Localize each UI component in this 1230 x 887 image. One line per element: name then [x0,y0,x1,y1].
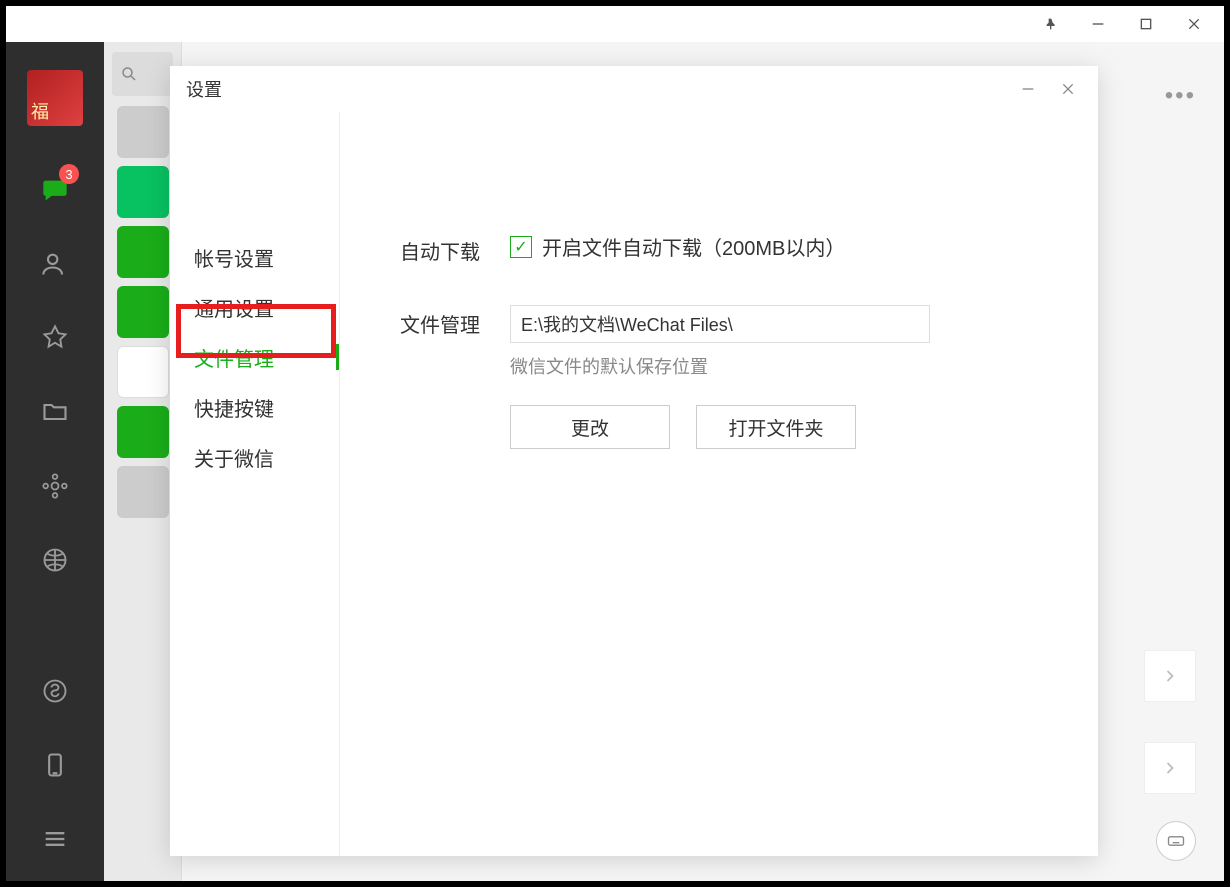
row-auto-download: 自动下载 ✓ 开启文件自动下载（200MB以内） [400,232,1058,265]
sidebar-menu-icon[interactable] [33,817,77,861]
close-button[interactable] [1184,14,1204,34]
sidebar-contacts-icon[interactable] [33,242,77,286]
change-button[interactable]: 更改 [510,405,670,449]
maximize-button[interactable] [1136,14,1156,34]
sidebar-chat-icon[interactable]: 3 [33,168,77,212]
dialog-titlebar: 设置 [170,66,1098,112]
nav-about[interactable]: 关于微信 [180,432,339,482]
sidebar-browse-icon[interactable] [33,538,77,582]
minimize-button[interactable] [1088,14,1108,34]
nav-general-settings[interactable]: 通用设置 [180,282,339,332]
settings-content: 自动下载 ✓ 开启文件自动下载（200MB以内） 文件管理 E:\我的文档\We… [340,112,1098,856]
file-manage-label: 文件管理 [400,305,510,338]
dialog-title: 设置 [186,76,222,102]
nav-shortcuts[interactable]: 快捷按键 [180,382,339,432]
settings-nav: 帐号设置 通用设置 文件管理 快捷按键 关于微信 [170,112,340,856]
search-input-stub[interactable] [112,52,173,96]
titlebar [6,6,1224,42]
auto-download-text: 开启文件自动下载（200MB以内） [542,232,845,261]
chat-badge: 3 [59,164,79,184]
pin-button[interactable] [1040,14,1060,34]
list-item[interactable] [117,466,169,518]
chevron-right-icon[interactable] [1144,742,1196,794]
sidebar-files-icon[interactable] [33,390,77,434]
auto-download-checkbox[interactable]: ✓ [510,236,532,258]
avatar[interactable] [27,70,83,126]
row-file-management: 文件管理 E:\我的文档\WeChat Files\ 微信文件的默认保存位置 更… [400,305,1058,449]
sidebar: 3 [6,42,104,881]
file-path-input[interactable]: E:\我的文档\WeChat Files\ [510,305,930,343]
keyboard-icon[interactable] [1156,821,1196,861]
chat-more-icon[interactable]: ••• [1165,82,1196,110]
dialog-minimize-button[interactable] [1014,75,1042,103]
chevron-right-icon[interactable] [1144,650,1196,702]
settings-dialog: 设置 帐号设置 通用设置 文件管理 快捷按键 关于微信 自动下载 [170,66,1098,856]
sidebar-miniprogram-icon[interactable] [33,669,77,713]
dialog-close-button[interactable] [1054,75,1082,103]
list-item[interactable] [117,106,169,158]
file-path-hint: 微信文件的默认保存位置 [510,353,1058,379]
list-item[interactable] [117,166,169,218]
sidebar-favorites-icon[interactable] [33,316,77,360]
nav-file-management[interactable]: 文件管理 [180,332,339,382]
app-window: 3 [6,6,1224,881]
sidebar-phone-icon[interactable] [33,743,77,787]
sidebar-moments-icon[interactable] [33,464,77,508]
auto-download-label: 自动下载 [400,232,510,265]
list-item[interactable] [117,346,169,398]
list-item[interactable] [117,406,169,458]
list-item[interactable] [117,226,169,278]
open-folder-button[interactable]: 打开文件夹 [696,405,856,449]
nav-account-settings[interactable]: 帐号设置 [180,232,339,282]
list-item[interactable] [117,286,169,338]
